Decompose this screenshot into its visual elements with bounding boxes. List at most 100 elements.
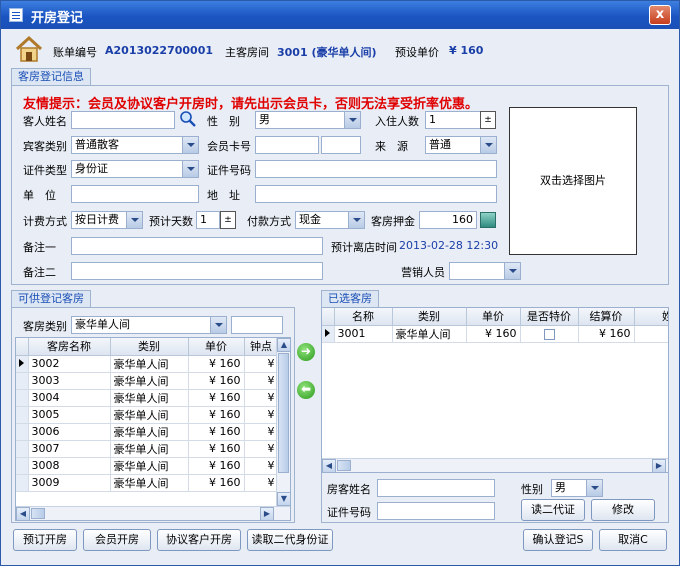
table-row[interactable]: 3006 豪华单人间 ¥ 160 ¥ <box>16 423 279 441</box>
available-tab[interactable]: 可供登记客房 <box>11 290 91 307</box>
column-header[interactable]: 结算价 <box>578 308 635 326</box>
note2-input[interactable] <box>71 262 323 280</box>
unit-input[interactable] <box>71 185 199 203</box>
column-header[interactable]: 是否特价 <box>520 308 579 326</box>
sel-gender-select[interactable]: 男 <box>551 479 603 497</box>
cancel-button[interactable]: 取消C <box>599 529 667 551</box>
scroll-down-icon[interactable]: ▼ <box>277 492 290 506</box>
source-select[interactable]: 普通 <box>425 136 497 154</box>
table-row[interactable]: 3001 豪华单人间 ¥ 160 ¥ 160 <box>322 325 668 343</box>
available-rooms-table[interactable]: 客房名称 类别 单价 钟点 3002 豪华单人间 ¥ 160 ¥3003 豪华单人间 ¥ … <box>15 337 291 521</box>
member-card-input[interactable] <box>255 136 319 154</box>
column-header[interactable]: 客房名称 <box>28 338 111 356</box>
scroll-up-icon[interactable]: ▲ <box>277 338 290 352</box>
table-row[interactable]: 3004 豪华单人间 ¥ 160 ¥ <box>16 389 279 407</box>
chevron-down-icon[interactable] <box>348 212 364 228</box>
reg-tab[interactable]: 客房登记信息 <box>11 68 91 85</box>
horizontal-scrollbar[interactable]: ◀ ▶ <box>16 506 290 520</box>
table-row[interactable]: 3005 豪华单人间 ¥ 160 ¥ <box>16 406 279 424</box>
deposit-input[interactable]: 160 <box>419 211 477 229</box>
chevron-down-icon[interactable] <box>182 161 198 177</box>
days-stepper[interactable]: ± <box>220 211 236 229</box>
table-cell: ¥ 160 <box>578 325 635 343</box>
read-id-card-button[interactable]: 读二代证 <box>521 499 585 521</box>
scroll-thumb[interactable] <box>31 508 45 519</box>
scroll-right-icon[interactable]: ▶ <box>260 507 274 520</box>
column-header[interactable]: 单价 <box>466 308 521 326</box>
chevron-down-icon[interactable] <box>480 137 496 153</box>
note1-input[interactable] <box>71 237 323 255</box>
scroll-left-icon[interactable]: ◀ <box>16 507 30 520</box>
chevron-down-icon[interactable] <box>344 112 360 128</box>
address-input[interactable] <box>255 185 497 203</box>
table-row[interactable]: 3002 豪华单人间 ¥ 160 ¥ <box>16 355 279 373</box>
payment-select[interactable]: 现金 <box>295 211 365 229</box>
reserve-checkin-button[interactable]: 预订开房 <box>13 529 77 551</box>
table-cell: ¥ <box>244 474 279 492</box>
column-header[interactable]: 类别 <box>392 308 467 326</box>
table-row[interactable]: 3008 豪华单人间 ¥ 160 ¥ <box>16 457 279 475</box>
table-cell: 豪华单人间 <box>110 440 189 458</box>
selected-rooms-table[interactable]: 名称 类别 单价 是否特价 结算价 姓名 3001豪华单人间¥ 160¥ 160… <box>321 307 669 473</box>
occupants-stepper[interactable]: ± <box>480 111 496 129</box>
scroll-right-icon[interactable]: ▶ <box>652 459 666 472</box>
column-header[interactable]: 名称 <box>334 308 393 326</box>
room-type-select[interactable]: 豪华单人间 <box>71 316 227 334</box>
guest-type-select[interactable]: 普通散客 <box>71 136 199 154</box>
table-row[interactable]: 3003 豪华单人间 ¥ 160 ¥ <box>16 372 279 390</box>
table-row[interactable]: 3007 豪华单人间 ¥ 160 ¥ <box>16 440 279 458</box>
chevron-down-icon[interactable] <box>210 317 226 333</box>
chevron-down-icon[interactable] <box>504 263 520 279</box>
table-cell: ¥ 160 <box>188 406 245 424</box>
horizontal-scrollbar[interactable]: ◀ ▶ <box>322 458 668 472</box>
member-card-extra-input[interactable] <box>321 136 361 154</box>
confirm-button[interactable]: 确认登记S <box>523 529 593 551</box>
remove-room-arrow-icon[interactable]: ⬅ <box>297 381 315 399</box>
vertical-scrollbar[interactable]: ▲ ▼ <box>276 338 290 506</box>
chevron-down-icon[interactable] <box>586 480 602 496</box>
id-type-select[interactable]: 身份证 <box>71 160 199 178</box>
row-indicator <box>16 440 29 458</box>
column-header[interactable]: 单价 <box>188 338 245 356</box>
photo-area[interactable]: 双击选择图片 <box>509 107 637 255</box>
scroll-thumb[interactable] <box>278 353 289 473</box>
search-icon[interactable] <box>179 110 197 128</box>
gender-select[interactable]: 男 <box>255 111 361 129</box>
table-cell[interactable] <box>520 325 579 343</box>
checkout-value[interactable]: 2013-02-28 12:30 <box>399 239 498 252</box>
sel-gender-value: 男 <box>555 481 566 494</box>
table-cell: 豪华单人间 <box>392 325 467 343</box>
id-no-input[interactable] <box>255 160 497 178</box>
member-checkin-button[interactable]: 会员开房 <box>83 529 151 551</box>
chevron-down-icon[interactable] <box>126 212 142 228</box>
table-cell: ¥ 160 <box>188 440 245 458</box>
read-id-button[interactable]: 读取二代身份证 <box>247 529 333 551</box>
title-bar: 开房登记 x <box>1 1 679 29</box>
guest-name-input[interactable] <box>71 111 175 129</box>
scroll-thumb[interactable] <box>337 460 351 471</box>
selected-tab[interactable]: 已选客房 <box>321 290 379 307</box>
sel-guest-name-input[interactable] <box>377 479 495 497</box>
table-cell: 豪华单人间 <box>110 372 189 390</box>
column-header[interactable]: 钟点 <box>244 338 279 356</box>
room-label: 主客房间 <box>225 46 269 59</box>
column-header[interactable]: 姓名 <box>634 308 668 326</box>
table-cell: 3003 <box>28 372 111 390</box>
close-button[interactable]: x <box>649 5 671 25</box>
modify-button[interactable]: 修改 <box>591 499 655 521</box>
add-room-arrow-icon[interactable]: ➜ <box>297 343 315 361</box>
chevron-down-icon[interactable] <box>182 137 198 153</box>
sel-id-no-input[interactable] <box>377 502 495 520</box>
agreement-checkin-button[interactable]: 协议客户开房 <box>157 529 241 551</box>
calculator-icon[interactable] <box>480 212 496 228</box>
special-price-checkbox[interactable] <box>543 328 555 340</box>
days-input[interactable]: 1 <box>196 211 220 229</box>
table-row[interactable]: 3009 豪华单人间 ¥ 160 ¥ <box>16 474 279 492</box>
occupants-input[interactable]: 1 <box>425 111 481 129</box>
room-type-extra-input[interactable] <box>231 316 283 334</box>
sales-select[interactable] <box>449 262 521 280</box>
table-cell: ¥ 160 <box>466 325 521 343</box>
billing-select[interactable]: 按日计费 <box>71 211 143 229</box>
column-header[interactable]: 类别 <box>110 338 189 356</box>
scroll-left-icon[interactable]: ◀ <box>322 459 336 472</box>
